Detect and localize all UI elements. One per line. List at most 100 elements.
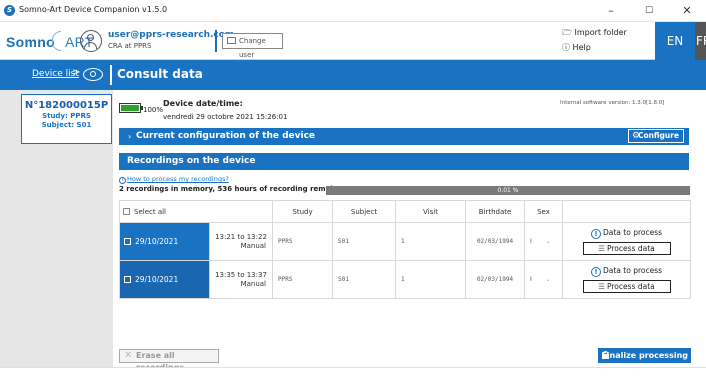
recording-date-cell[interactable]: 29/10/2021 <box>119 260 210 299</box>
erase-all-recordings-button[interactable]: ✕ Erase all recordings <box>119 349 219 372</box>
configure-label: Configure <box>637 131 679 140</box>
visit-cell[interactable]: 1 <box>395 260 466 299</box>
birthdate-cell[interactable]: 02/03/1994 <box>465 260 525 299</box>
bottom-strip <box>0 367 706 379</box>
status-badge: ! Data to process <box>563 228 690 239</box>
process-data-button[interactable]: ☰ Process data <box>582 280 671 293</box>
page-title: Consult data <box>117 67 203 81</box>
breadcrumb: Device list > Consult data <box>0 60 706 90</box>
recording-time-cell: 13:21 to 13:22 Manual <box>209 222 273 261</box>
erase-x-icon: ✕ <box>124 350 133 361</box>
list-icon: ☰ <box>598 282 605 291</box>
memory-progress-text: 0.01 % <box>497 187 519 194</box>
help-link[interactable]: ⓘ Help <box>562 42 591 53</box>
subject-cell[interactable]: S01 <box>332 222 396 261</box>
how-to-process-label: How to process my recordings? <box>127 175 229 183</box>
chevron-down-icon: ⌄ <box>545 276 551 283</box>
sex-select[interactable]: I ⌄ <box>524 260 563 299</box>
recording-mode: Manual <box>240 279 266 288</box>
configure-button[interactable]: ⚙ Configure <box>628 129 684 143</box>
device-subject: Subject: S01 <box>41 121 92 129</box>
process-data-label: Process data <box>607 244 655 253</box>
recording-mode: Manual <box>240 241 266 250</box>
config-section-header[interactable]: › Current configuration of the device <box>119 128 689 145</box>
recordings-section-header: Recordings on the device <box>119 153 689 170</box>
recordings-section-title: Recordings on the device <box>127 156 256 166</box>
subject-cell[interactable]: S01 <box>332 260 396 299</box>
list-icon: ☰ <box>598 244 605 253</box>
select-all-checkbox[interactable] <box>123 207 130 215</box>
chevron-right-icon: › <box>128 132 132 141</box>
sex-select[interactable]: I ⌄ <box>524 222 563 261</box>
help-icon: ⓘ <box>562 43 573 52</box>
memory-progress-bar: 0.01 % <box>326 186 690 195</box>
finalize-label: Finalize processing <box>601 351 688 360</box>
device-id: N°182000015P <box>24 100 109 111</box>
col-header-visit: Visit <box>395 200 466 223</box>
logo-somno: Somno <box>6 34 55 50</box>
gear-icon: ⚙ <box>632 131 641 141</box>
memory-info: 2 recordings in memory, 536 hours of rec… <box>119 185 338 193</box>
minimize-button[interactable]: – <box>592 0 630 22</box>
table-row: 29/10/2021 13:21 to 13:22 Manual PPRS S01… <box>119 222 691 261</box>
maximize-button[interactable]: ☐ <box>630 0 668 22</box>
change-user-button[interactable]: Change user <box>222 33 283 59</box>
col-header-sex: Sex <box>524 200 563 223</box>
folder-icon: 🗁 <box>562 28 575 37</box>
eye-icon <box>83 68 103 81</box>
sex-value: I <box>530 276 532 283</box>
user-icon <box>80 30 102 52</box>
device-datetime-value: vendredi 29 octobre 2021 15:26:01 <box>163 113 288 121</box>
col-header-actions <box>562 200 691 223</box>
process-data-button[interactable]: ☰ Process data <box>582 242 671 255</box>
study-cell[interactable]: PPRS <box>272 222 333 261</box>
row-checkbox[interactable] <box>124 238 131 245</box>
recording-date: 29/10/2021 <box>135 275 179 284</box>
close-button[interactable]: ✕ <box>668 0 706 22</box>
recordings-table: Select all Study Subject Visit Birthdate… <box>119 200 691 299</box>
device-card[interactable]: N°182000015P Study: PPRS Subject: S01 <box>21 94 112 144</box>
study-cell[interactable]: PPRS <box>272 260 333 299</box>
finalize-processing-button[interactable]: Finalize processing <box>598 348 691 363</box>
col-header-birthdate: Birthdate <box>465 200 525 223</box>
app-header: Somno ART user@pprs-research.com CRA at P… <box>0 22 706 60</box>
table-row: 29/10/2021 13:35 to 13:37 Manual PPRS S01… <box>119 260 691 299</box>
actions-cell: ! Data to process ☰ Process data <box>562 222 691 261</box>
breadcrumb-divider <box>110 65 112 85</box>
recording-date: 29/10/2021 <box>135 237 179 246</box>
lock-icon <box>602 351 609 359</box>
recording-date-cell[interactable]: 29/10/2021 <box>119 222 210 261</box>
how-to-process-link[interactable]: ? How to process my recordings? <box>119 175 229 184</box>
import-folder-link[interactable]: 🗁 Import folder <box>562 27 627 41</box>
status-text: Data to process <box>602 228 663 237</box>
user-role: CRA at PPRS <box>108 42 152 50</box>
info-icon: ! <box>590 267 601 277</box>
select-all-header[interactable]: Select all <box>119 200 273 223</box>
app-icon: S <box>4 5 15 16</box>
select-all-label: Select all <box>134 207 166 216</box>
breadcrumb-separator: > <box>72 67 81 78</box>
help-label: Help <box>572 43 591 52</box>
info-icon: ! <box>590 229 601 239</box>
import-folder-label: Import folder <box>574 28 627 37</box>
status-text: Data to process <box>602 266 663 275</box>
logo-bracket-shape <box>52 31 61 51</box>
lang-en-button[interactable]: EN <box>655 22 695 60</box>
lang-fr-button[interactable]: FR <box>695 22 706 60</box>
birthdate-cell[interactable]: 02/03/1994 <box>465 222 525 261</box>
device-datetime-label: Device date/time: <box>163 99 243 108</box>
recording-time-cell: 13:35 to 13:37 Manual <box>209 260 273 299</box>
recording-time-range: 13:35 to 13:37 <box>215 270 267 279</box>
actions-cell: ! Data to process ☰ Process data <box>562 260 691 299</box>
sex-value: I <box>530 238 532 245</box>
window-title: Somno-Art Device Companion v1.5.0 <box>19 5 168 14</box>
question-icon: ? <box>119 177 126 184</box>
firmware-version: Internal software version: 1.3.0[1.8.0] <box>560 100 665 106</box>
row-checkbox[interactable] <box>124 276 131 283</box>
visit-cell[interactable]: 1 <box>395 222 466 261</box>
battery-level-fill <box>121 105 139 111</box>
process-data-label: Process data <box>607 282 655 291</box>
chevron-down-icon: ⌄ <box>545 238 551 245</box>
change-user-label: Change user <box>239 37 266 59</box>
status-badge: ! Data to process <box>563 266 690 277</box>
